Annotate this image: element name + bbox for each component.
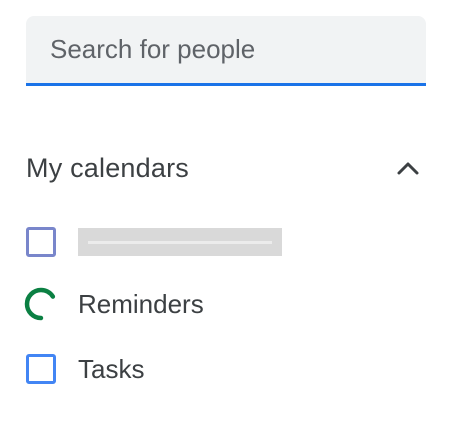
calendar-item-personal[interactable] — [26, 222, 282, 262]
search-people-input[interactable] — [26, 16, 426, 83]
my-calendars-title: My calendars — [26, 152, 189, 183]
calendar-item-label: Reminders — [78, 288, 204, 319]
calendar-item-tasks[interactable]: Tasks — [26, 349, 144, 389]
loading-ring-icon[interactable] — [23, 286, 59, 322]
chevron-up-icon[interactable] — [394, 154, 422, 182]
calendar-item-reminders[interactable]: Reminders — [23, 284, 204, 324]
calendar-checkbox[interactable] — [26, 227, 56, 257]
my-calendars-header[interactable]: My calendars — [26, 146, 422, 190]
calendar-sidebar: My calendars Reminders Tasks — [0, 0, 452, 424]
search-people-box[interactable] — [26, 16, 426, 86]
redacted-calendar-name — [78, 228, 282, 256]
calendar-item-label: Tasks — [78, 353, 145, 384]
calendar-checkbox[interactable] — [26, 354, 56, 384]
